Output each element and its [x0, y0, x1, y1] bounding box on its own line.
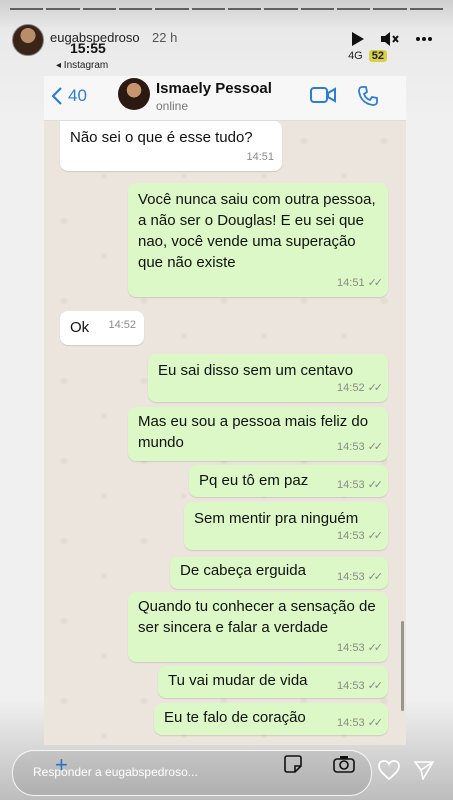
message-text: Você nunca saiu com outra pessoa, a não …: [138, 191, 376, 271]
message-bubble[interactable]: Eu te falo de coração 14:53 ✓✓: [154, 703, 388, 735]
story-progress: [10, 8, 443, 10]
read-ticks-icon: ✓✓: [367, 530, 384, 542]
message-time: 14:53: [337, 479, 365, 491]
network-label: 4G: [348, 50, 363, 62]
story-progress-segment: [300, 8, 334, 10]
story-progress-segment: [409, 8, 443, 10]
phone-status-bar: 4G 52: [348, 50, 387, 62]
chat-scrollbar[interactable]: [401, 621, 404, 711]
message-bubble[interactable]: Não sei o que é esse tudo? 14:51: [60, 121, 282, 171]
message-time: 14:53: [337, 530, 365, 542]
chat-area[interactable]: Não sei o que é esse tudo? 14:51 Você nu…: [44, 121, 406, 745]
message-text: Quando tu conhecer a sensação de ser sin…: [138, 598, 376, 636]
message-text: Ok: [70, 319, 90, 336]
contact-avatar[interactable]: [118, 78, 150, 110]
message-time: 14:53: [337, 717, 365, 729]
message-time: 14:52: [108, 319, 136, 331]
message-bubble[interactable]: Quando tu conhecer a sensação de ser sin…: [128, 592, 388, 662]
camera-icon: [333, 755, 355, 778]
message-bubble[interactable]: Sem mentir pra ninguém 14:53 ✓✓: [184, 502, 388, 550]
message-bubble[interactable]: Ok 14:52: [60, 311, 144, 345]
story-progress-segment: [118, 8, 153, 10]
read-ticks-icon: ✓✓: [367, 642, 384, 654]
story-progress-segment: [336, 8, 371, 10]
unread-count: 40: [68, 86, 87, 105]
message-time: 14:51: [246, 151, 274, 163]
message-time: 14:53: [337, 642, 365, 654]
reply-input[interactable]: Responder a eugabspedroso...: [12, 750, 372, 796]
heart-icon[interactable]: [378, 760, 400, 785]
message-bubble[interactable]: Você nunca saiu com outra pessoa, a não …: [128, 183, 388, 297]
message-text: De cabeça erguida: [180, 562, 306, 579]
message-text: Sem mentir pra ninguém: [194, 510, 359, 527]
message-time: 14:52: [337, 382, 365, 394]
video-call-icon[interactable]: [310, 86, 336, 109]
message-time: 14:53: [337, 680, 365, 692]
story-progress-segment: [46, 8, 80, 10]
message-text: Eu sai disso sem um centavo: [158, 362, 354, 379]
read-ticks-icon: ✓✓: [367, 680, 384, 692]
message-bubble[interactable]: Mas eu sou a pessoa mais feliz do mundo …: [128, 407, 388, 461]
battery-level: 52: [368, 50, 387, 62]
message-bubble[interactable]: Eu sai disso sem um centavo 14:52 ✓✓: [148, 354, 388, 402]
message-text: Pq eu tô em paz: [199, 472, 309, 489]
message-text: Tu vai mudar de vida: [168, 672, 308, 689]
message-bubble[interactable]: De cabeça erguida 14:53 ✓✓: [170, 557, 388, 589]
message-text: Não sei o que é esse tudo?: [70, 129, 253, 146]
message-bubble[interactable]: Pq eu tô em paz 14:53 ✓✓: [189, 465, 388, 497]
chevron-left-icon: [52, 87, 62, 105]
read-ticks-icon: ✓✓: [367, 717, 384, 729]
message-text: Mas eu sou a pessoa mais feliz do mundo: [138, 413, 369, 451]
message-time: 14:53: [337, 571, 365, 583]
story-progress-segment: [264, 8, 298, 10]
story-progress-segment: [191, 8, 225, 10]
sticker-icon: [284, 755, 302, 778]
phone-clock: 15:55: [70, 40, 106, 56]
send-icon[interactable]: [413, 760, 435, 785]
phone-call-icon[interactable]: [358, 86, 378, 111]
read-ticks-icon: ✓✓: [367, 382, 384, 394]
mute-icon[interactable]: [379, 28, 401, 50]
chat-back-button[interactable]: 40: [52, 86, 87, 106]
reply-placeholder: Responder a eugabspedroso...: [33, 765, 198, 779]
read-ticks-icon: ✓✓: [367, 571, 384, 583]
story-progress-segment: [373, 8, 407, 10]
story-progress-segment: [155, 8, 189, 10]
message-time: 14:53: [337, 441, 365, 453]
contact-name[interactable]: Ismaely Pessoal: [156, 80, 272, 97]
story-progress-segment: [82, 8, 116, 10]
story-avatar[interactable]: [12, 24, 44, 56]
contact-status: online: [156, 99, 189, 113]
story-time: 22 h: [152, 30, 178, 45]
message-bubble[interactable]: Tu vai mudar de vida 14:53 ✓✓: [158, 666, 388, 698]
back-to-instagram-link[interactable]: ◂ Instagram: [56, 60, 108, 71]
message-time: 14:51: [337, 277, 365, 289]
story-viewer: eugabspedroso 22 h 15:55 4G 52 ◂ Instagr…: [0, 0, 453, 800]
message-text: Eu te falo de coração: [164, 709, 306, 726]
story-progress-segment: [227, 8, 262, 10]
story-progress-segment: [10, 8, 44, 10]
chat-header: 40 Ismaely Pessoal online: [44, 76, 406, 121]
read-ticks-icon: ✓✓: [367, 479, 384, 491]
more-icon[interactable]: [413, 28, 435, 50]
read-ticks-icon: ✓✓: [367, 441, 384, 453]
play-icon[interactable]: [347, 28, 369, 50]
read-ticks-icon: ✓✓: [367, 277, 384, 289]
